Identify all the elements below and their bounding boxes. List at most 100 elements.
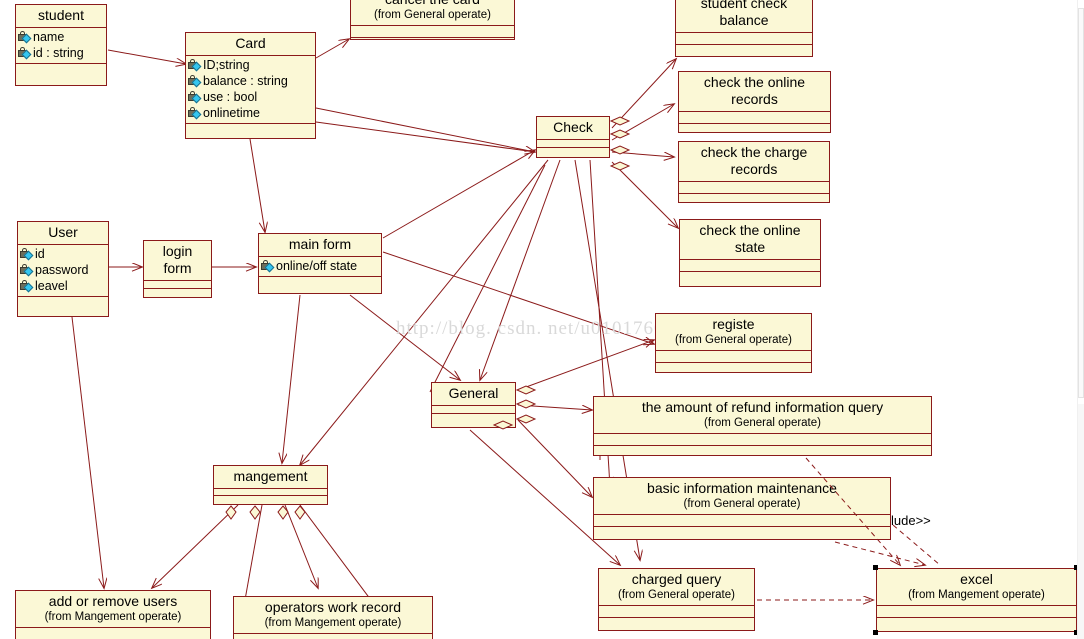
class-box-basic-information-maintenance[interactable]: basic information maintenance (from Gene… [593,477,891,540]
attribute-compartment: ID;string balance : string use : bool on… [186,56,315,123]
selection-handle-top-left[interactable] [873,565,878,570]
operation-compartment [680,272,820,283]
class-name-registe: registe (from General operate) [656,314,811,350]
vertical-scrollbar[interactable] [1077,0,1084,639]
attribute-row: leavel [20,278,108,294]
class-name-student-check-balance: student check balance [700,0,788,28]
class-title: add or remove users [48,593,178,609]
class-name-mangement: mangement [233,468,308,484]
class-box-check-the-charge-records[interactable]: check the charge records [678,141,830,203]
class-name-login-form: login form [162,243,193,276]
class-box-student[interactable]: student name id : string [15,4,107,86]
attribute-compartment [679,182,829,193]
class-box-registe[interactable]: registe (from General operate) [655,313,812,373]
class-name-check-the-charge-records: check the charge records [700,144,808,177]
class-box-mangement[interactable]: mangement [213,465,328,505]
class-name-refund-query: the amount of refund information query (… [594,397,931,433]
class-box-charged-query[interactable]: charged query (from General operate) [598,568,755,631]
attribute-label: id : string [33,46,84,60]
class-title: charged query [631,571,722,587]
attribute-row: onlinetime [188,105,315,121]
class-name-user: User [48,224,78,240]
class-box-add-or-remove-users[interactable]: add or remove users (from Mangement oper… [15,590,211,639]
class-package: (from Mangement operate) [44,611,182,623]
attribute-label: name [33,30,65,44]
attribute-label: use : bool [203,90,258,104]
attribute-row: online/off state [261,258,381,274]
attribute-label: online/off state [276,259,358,273]
attribute-label: onlinetime [203,106,260,120]
class-package: (from General operate) [683,498,801,510]
class-name-basic-information-maintenance: basic information maintenance (from Gene… [594,478,890,514]
attribute-compartment [679,112,830,123]
private-attribute-icon [188,106,202,120]
private-attribute-icon [20,263,34,277]
class-box-excel[interactable]: excel (from Mangement operate) [876,568,1077,632]
class-name-check-the-online-state: check the online state [699,222,801,255]
operation-compartment [679,124,830,135]
operation-compartment [877,618,1076,629]
operation-compartment [599,618,754,629]
operation-compartment [214,496,327,505]
operation-compartment [679,194,829,205]
class-box-check[interactable]: Check [536,116,610,158]
class-title: the amount of refund information query [641,399,884,415]
private-attribute-icon [188,58,202,72]
selection-handle-bottom-left[interactable] [873,630,878,635]
class-name-main-form: main form [288,236,352,252]
attribute-row: password [20,262,108,278]
attribute-compartment [599,606,754,617]
operation-compartment [351,38,514,49]
diagram-canvas: student name id : string Card ID;string … [0,0,1084,639]
private-attribute-icon [18,30,32,44]
attribute-compartment [234,634,432,639]
private-attribute-icon [261,259,275,273]
operation-compartment [16,64,106,77]
private-attribute-icon [188,74,202,88]
attribute-compartment [877,606,1076,617]
class-package: (from Mangement operate) [908,589,1045,601]
class-package: (from Mangement operate) [264,617,402,629]
attribute-compartment [594,515,890,526]
scrollbar-thumb[interactable] [1078,8,1084,398]
class-box-general[interactable]: General [431,382,516,428]
class-box-card[interactable]: Card ID;string balance : string use : bo… [185,32,316,139]
attribute-row: name [18,29,106,45]
attribute-row: ID;string [188,57,315,73]
attribute-label: password [35,263,89,277]
attribute-compartment [16,628,210,639]
private-attribute-icon [188,90,202,104]
attribute-compartment: name id : string [16,28,106,63]
class-box-check-the-online-records[interactable]: check the online records [678,71,831,133]
class-package: (from General operate) [618,589,735,601]
class-box-refund-query[interactable]: the amount of refund information query (… [593,396,932,456]
private-attribute-icon [18,46,32,60]
class-box-student-check-balance[interactable]: student check balance [675,0,813,57]
class-box-user[interactable]: User id password leavel [17,221,109,317]
class-name-operators-work-record: operators work record (from Mangement op… [234,597,432,633]
class-box-main-form[interactable]: main form online/off state [258,233,382,294]
class-box-login-form[interactable]: login form [143,240,212,298]
class-name-excel: excel (from Mangement operate) [877,569,1076,605]
operation-compartment [259,277,381,288]
class-title: excel [960,571,993,587]
scrollbar-trough[interactable] [1078,404,1084,639]
class-title: operators work record [264,599,402,615]
attribute-compartment [537,140,609,147]
attribute-label: ID;string [203,58,250,72]
operation-compartment [537,148,609,159]
attribute-compartment [656,351,811,362]
attribute-compartment [432,406,515,413]
class-box-operators-work-record[interactable]: operators work record (from Mangement op… [233,596,433,639]
class-package: (from General operate) [675,334,792,346]
attribute-label: balance : string [203,74,288,88]
attribute-row: balance : string [188,73,315,89]
class-box-cancel-the-card[interactable]: cancel the card (from General operate) [350,0,515,40]
operation-compartment [186,124,315,137]
class-name-general: General [448,385,499,401]
class-box-check-the-online-state[interactable]: check the online state [679,219,821,287]
class-package: (from General operate) [374,9,491,21]
attribute-compartment: online/off state [259,257,381,276]
operation-compartment [144,289,211,298]
class-name-cancel-the-card: cancel the card (from General operate) [351,0,514,25]
